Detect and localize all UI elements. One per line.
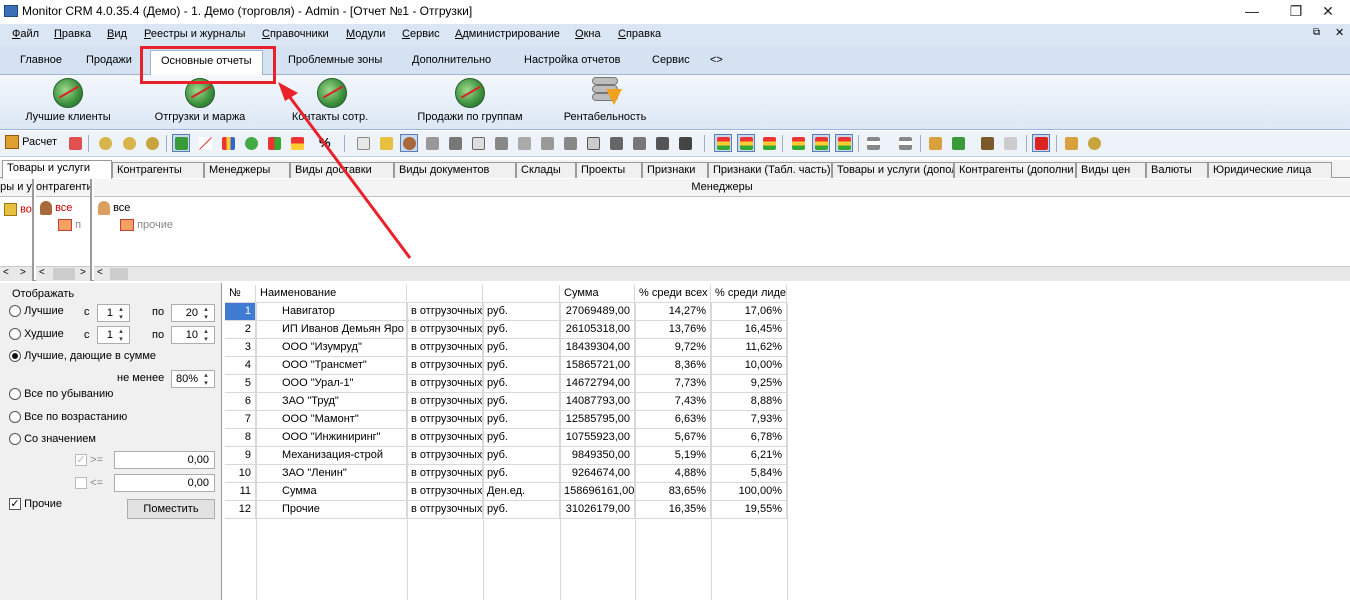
annotation-arrow [278, 82, 412, 259]
